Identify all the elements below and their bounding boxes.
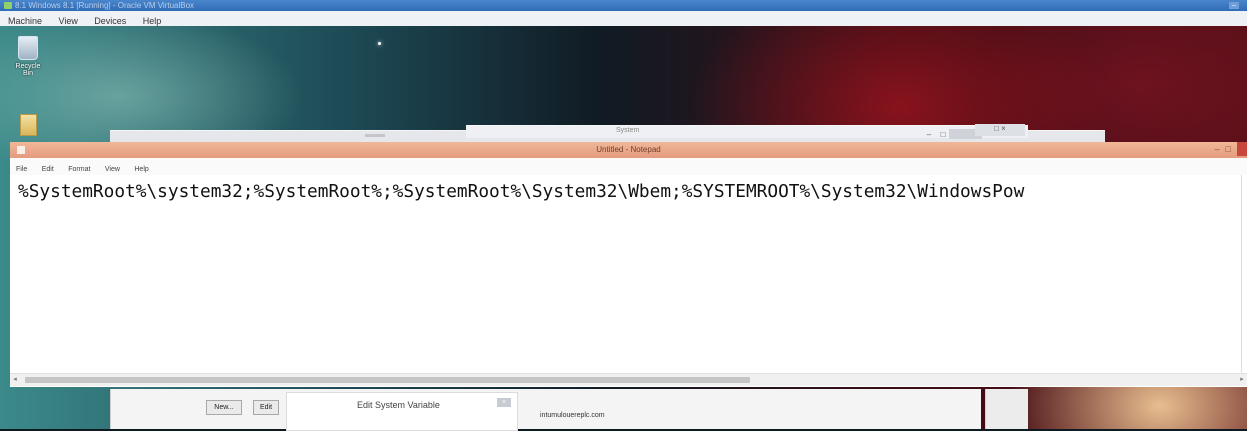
scroll-right-arrow-icon[interactable]: ▸ (1237, 374, 1247, 386)
notepad-window: Untitled - Notepad –□ File Edit Format V… (10, 142, 1247, 387)
new-button[interactable]: New... (206, 400, 242, 415)
notepad-menu-edit[interactable]: Edit (42, 161, 54, 178)
notepad-menu-help[interactable]: Help (134, 161, 148, 178)
recycle-bin-icon (18, 36, 38, 60)
notepad-menu-format[interactable]: Format (68, 161, 90, 178)
system-window-titlebar: System – □ (466, 125, 1028, 140)
system-window-title: System (616, 127, 640, 134)
notepad-text-area[interactable]: %SystemRoot%\system32;%SystemRoot%;%Syst… (18, 180, 1024, 204)
notepad-menu-view[interactable]: View (105, 161, 120, 178)
vbox-minimize-button[interactable]: – (1229, 2, 1239, 9)
right-panel (985, 389, 1028, 429)
system-maximize-button[interactable]: □ (937, 130, 949, 140)
vbox-title: 8.1 Windows 8.1 [Running] - Oracle VM Vi… (15, 1, 195, 10)
scroll-left-arrow-icon[interactable]: ◂ (10, 374, 20, 386)
system-minimize-button[interactable]: – (923, 130, 935, 140)
star-decoration (378, 42, 381, 45)
vbox-menu-bar: Machine View Devices Help (0, 11, 1247, 27)
window-grip (365, 134, 385, 137)
notepad-title-bar: Untitled - Notepad –□ (10, 142, 1247, 158)
notepad-close-button[interactable] (1237, 142, 1247, 156)
recycle-bin-desktop-icon[interactable]: Recycle Bin (10, 36, 46, 77)
notepad-edge (1241, 175, 1242, 373)
environment-variables-dialog: New... Edit (110, 389, 981, 429)
notepad-window-buttons[interactable]: –□ (1215, 144, 1237, 154)
virtualbox-icon (4, 2, 12, 9)
background-window-controls[interactable]: □ × (975, 124, 1025, 136)
folder-icon[interactable] (20, 114, 37, 136)
dialog-close-button[interactable]: × (497, 398, 511, 407)
notepad-menu-file[interactable]: File (16, 161, 27, 178)
notepad-title: Untitled - Notepad (596, 145, 661, 154)
notepad-menu-bar: File Edit Format View Help (10, 158, 1247, 175)
edit-system-variable-dialog: Edit System Variable × (286, 392, 518, 431)
edit-system-variable-title: Edit System Variable (357, 400, 440, 410)
notepad-horizontal-scrollbar[interactable]: ◂ ▸ (10, 373, 1247, 386)
recycle-bin-label: Recycle Bin (15, 63, 41, 77)
website-text: intumulouereplc.com (540, 412, 605, 419)
edit-button[interactable]: Edit (253, 400, 279, 415)
scrollbar-thumb[interactable] (25, 377, 750, 383)
vbox-title-bar: 8.1 Windows 8.1 [Running] - Oracle VM Vi… (0, 0, 1247, 11)
